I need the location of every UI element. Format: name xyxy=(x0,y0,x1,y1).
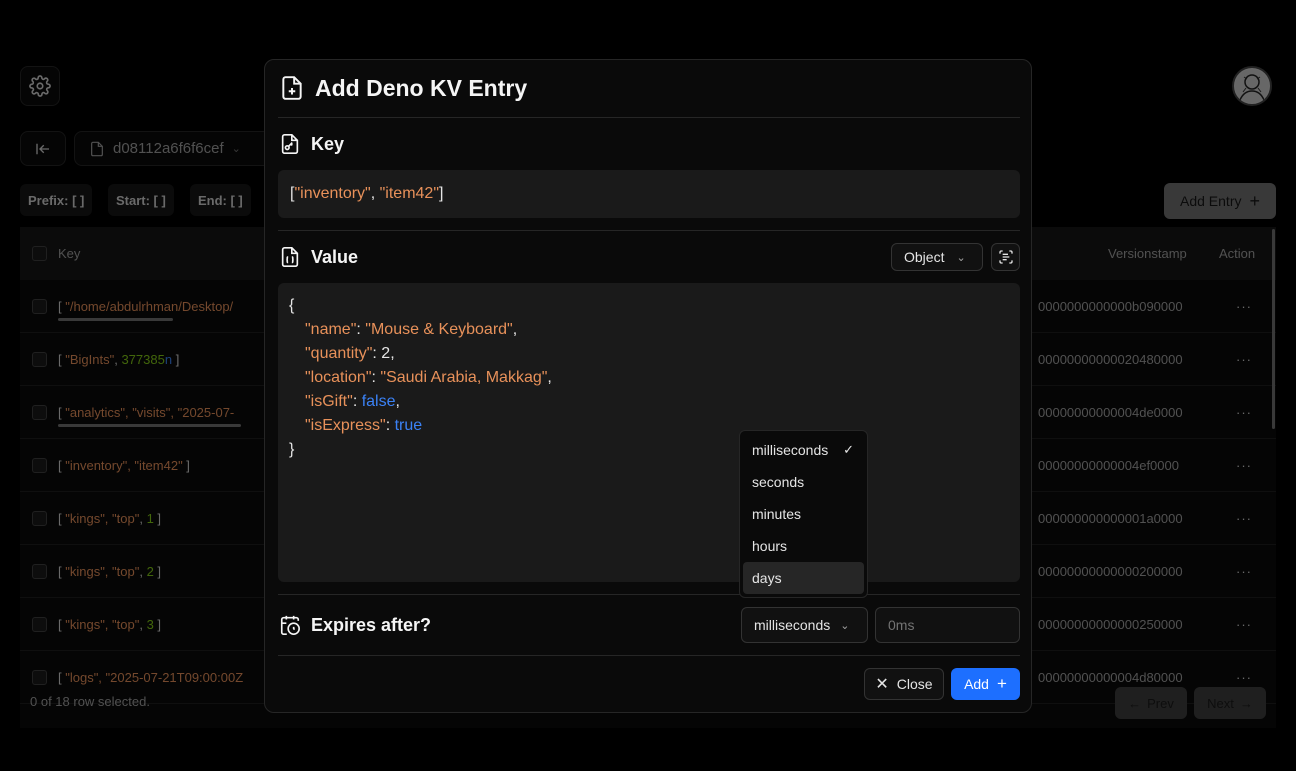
close-button[interactable]: ✕ Close xyxy=(864,668,944,700)
value-section-label: Value xyxy=(279,245,358,269)
chevron-down-icon: ⌄ xyxy=(956,251,966,264)
divider xyxy=(278,655,1020,656)
key-part-1: "inventory" xyxy=(294,185,371,202)
expire-unit-select[interactable]: milliseconds ⌄ xyxy=(741,607,868,643)
json-open-brace: { xyxy=(289,297,295,314)
file-plus-icon xyxy=(282,76,302,100)
unit-option-label: minutes xyxy=(752,506,802,522)
format-json-button[interactable] xyxy=(991,243,1020,271)
dialog-title-text: Add Deno KV Entry xyxy=(315,74,528,101)
value-label: Value xyxy=(311,246,359,267)
unit-option-milliseconds[interactable]: milliseconds ✓ xyxy=(743,434,864,466)
unit-option-seconds[interactable]: seconds xyxy=(743,466,864,498)
json-line: "isGift": false, xyxy=(305,393,400,410)
json-line: "isExpress": true xyxy=(305,417,423,434)
unit-option-label: days xyxy=(752,570,782,586)
key-input[interactable]: ["inventory", "item42"] xyxy=(278,170,1020,218)
check-icon: ✓ xyxy=(843,442,854,457)
expire-value-input[interactable] xyxy=(875,607,1020,643)
dialog-title: Add Deno KV Entry xyxy=(279,74,527,102)
json-line: "location": "Saudi Arabia, Makkag", xyxy=(305,369,552,386)
json-line: "quantity": 2, xyxy=(305,345,395,362)
value-type-label: Object xyxy=(904,249,945,265)
expire-unit-label: milliseconds xyxy=(754,617,831,633)
plus-icon: + xyxy=(996,674,1007,693)
close-label: Close xyxy=(896,676,933,692)
divider xyxy=(278,117,1020,118)
divider xyxy=(278,594,1020,595)
value-type-select[interactable]: Object ⌄ xyxy=(891,243,983,271)
calendar-clock-icon xyxy=(280,615,300,635)
key-part-2: "item42" xyxy=(379,185,440,202)
json-line: "name": "Mouse & Keyboard", xyxy=(305,321,518,338)
add-entry-dialog: Add Deno KV Entry Key ["inventory", "ite… xyxy=(264,59,1032,713)
expires-section-label: Expires after? xyxy=(279,613,431,637)
unit-option-label: milliseconds xyxy=(752,442,829,458)
json-close-brace: } xyxy=(289,441,295,458)
add-label: Add xyxy=(964,676,989,692)
key-section-label: Key xyxy=(279,132,344,156)
value-editor[interactable]: { "name": "Mouse & Keyboard", "quantity": … xyxy=(278,283,1020,582)
unit-option-hours[interactable]: hours xyxy=(743,530,864,562)
close-icon: ✕ xyxy=(875,676,889,693)
key-close-bracket: ] xyxy=(439,185,444,202)
scan-text-icon xyxy=(998,250,1013,264)
unit-option-days[interactable]: days xyxy=(743,562,864,594)
unit-option-minutes[interactable]: minutes xyxy=(743,498,864,530)
add-button[interactable]: Add + xyxy=(951,668,1020,700)
chevron-down-icon: ⌄ xyxy=(840,619,850,632)
unit-option-label: seconds xyxy=(752,474,805,490)
expires-label: Expires after? xyxy=(311,614,432,635)
file-json-icon xyxy=(281,247,299,267)
key-separator: , xyxy=(370,185,380,202)
file-key-icon xyxy=(281,134,299,154)
expire-unit-dropdown: milliseconds ✓ seconds minutes hours days xyxy=(739,430,868,598)
divider xyxy=(278,230,1020,231)
key-label: Key xyxy=(311,133,345,154)
unit-option-label: hours xyxy=(752,538,788,554)
